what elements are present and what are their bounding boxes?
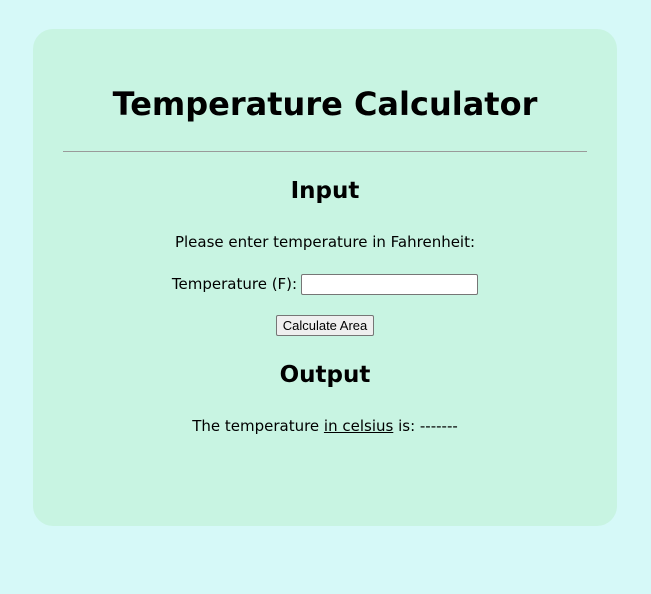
calculator-card: Temperature Calculator Input Please ente… (33, 29, 617, 526)
calculate-row: Calculate Area (33, 315, 617, 336)
output-heading: Output (279, 362, 371, 388)
result-prefix: The temperature (192, 417, 324, 435)
input-heading: Input (290, 178, 360, 204)
page-title: Temperature Calculator (112, 85, 538, 123)
result-text: The temperature in celsius is: ------- (33, 416, 617, 436)
temperature-input[interactable] (301, 273, 479, 295)
result-middle: is: (393, 417, 420, 435)
temperature-label: Temperature (F): (171, 275, 298, 293)
result-value: ------- (419, 417, 458, 435)
calculate-button[interactable]: Calculate Area (275, 315, 375, 336)
temperature-row: Temperature (F): (33, 273, 617, 295)
title-divider (63, 151, 587, 152)
input-instruction: Please enter temperature in Fahrenheit: (174, 233, 476, 251)
result-unit-emphasis: in celsius (323, 417, 394, 435)
